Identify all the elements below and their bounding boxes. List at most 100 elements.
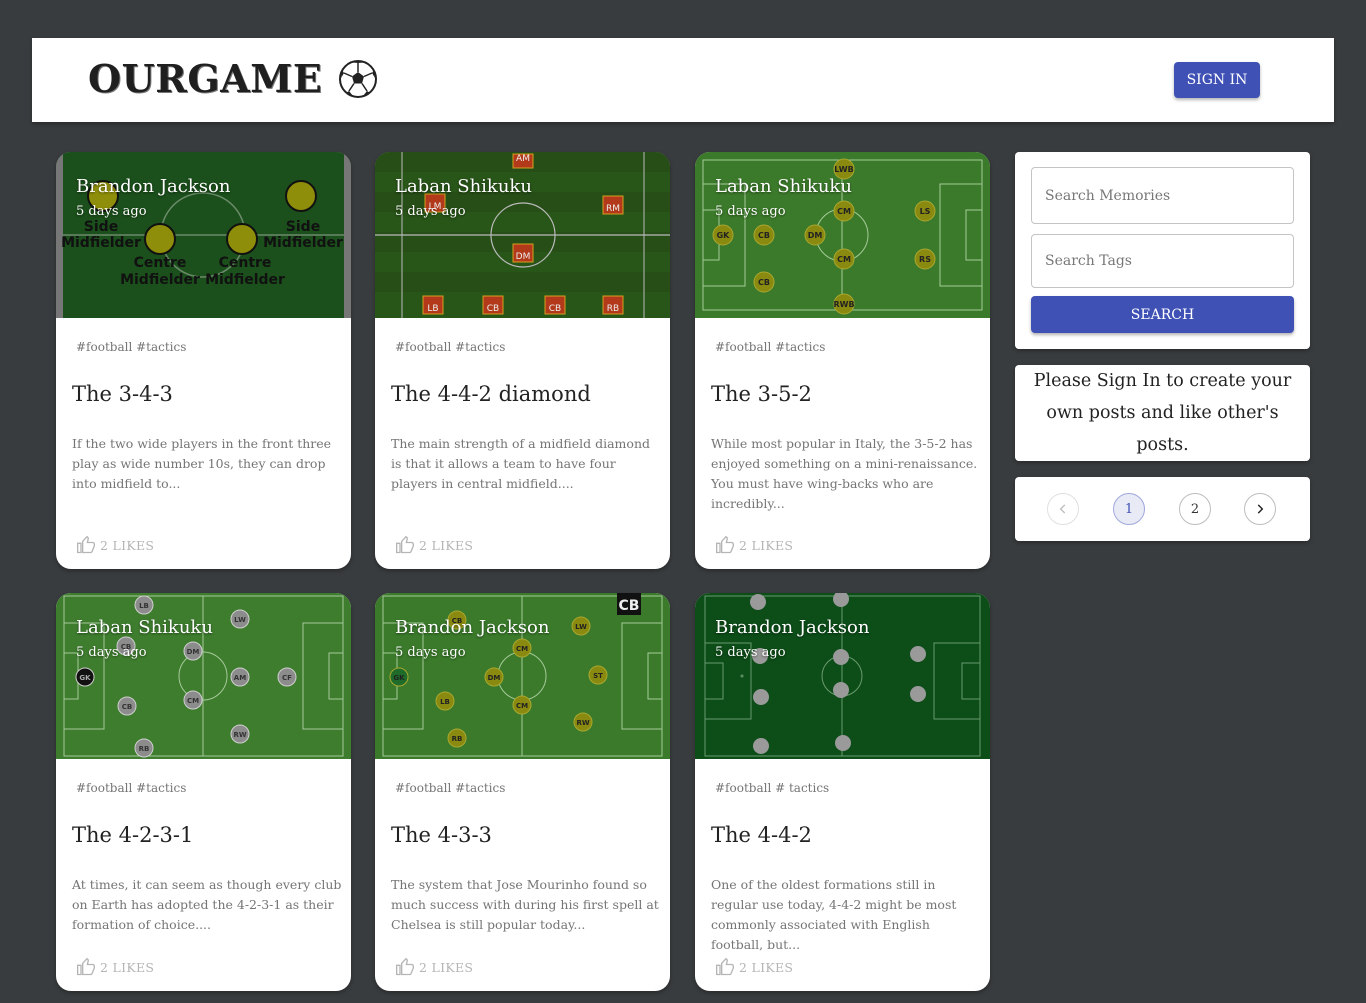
post-body: If the two wide players in the front thr…: [72, 436, 332, 491]
post-tags: #football # tactics: [715, 781, 830, 795]
post-image[interactable]: Brandon Jackson 5 days ago: [695, 593, 990, 759]
post-body: At times, it can seem as though every cl…: [72, 877, 342, 932]
post-title: The 4-4-2 diamond: [391, 382, 591, 406]
chevron-right-icon: [1257, 504, 1264, 514]
formation-label: Midfielder: [263, 235, 343, 251]
thumb-up-icon: [396, 535, 414, 554]
post-time: 5 days ago: [76, 645, 147, 660]
post-title: The 3-4-3: [72, 382, 173, 406]
formation-label: CB: [549, 304, 561, 314]
formation-label: Side: [84, 219, 118, 235]
formation-label: AM: [234, 674, 246, 682]
post-author: Laban Shikuku: [395, 176, 532, 197]
search-memories-input[interactable]: [1031, 167, 1294, 224]
post-author: Laban Shikuku: [76, 617, 213, 638]
likes-count: 2 LIKES: [100, 537, 155, 553]
like-button[interactable]: 2 LIKES: [715, 957, 793, 977]
post-card[interactable]: Brandon Jackson 5 days ago #football # t…: [695, 593, 990, 991]
likes-count: 2 LIKES: [419, 959, 474, 975]
post-time: 5 days ago: [395, 204, 466, 219]
brand[interactable]: OURGAME: [88, 56, 378, 101]
like-button[interactable]: 2 LIKES: [76, 957, 154, 977]
post-overlay: Laban Shikuku 5 days ago: [395, 176, 532, 219]
formation-label: CB: [758, 278, 770, 287]
post-time: 5 days ago: [76, 204, 147, 219]
formation-label: LW: [575, 623, 587, 631]
post-overlay: Brandon Jackson 5 days ago: [76, 176, 230, 219]
formation-label: RB: [452, 735, 463, 743]
next-page-button[interactable]: [1244, 493, 1276, 525]
signin-message-panel: Please Sign In to create your own posts …: [1015, 365, 1310, 461]
post-image[interactable]: LB GK CB CB RB DM CM LW AM RW CF Laban S…: [56, 593, 351, 759]
formation-label: LWB: [834, 165, 853, 174]
formation-label: RM: [606, 204, 620, 214]
formation-label: CB: [122, 703, 132, 711]
formation-label: RS: [919, 255, 931, 264]
post-author: Brandon Jackson: [395, 617, 550, 638]
post-card[interactable]: LB GK CB CB RB DM CM LW AM RW CF Laban S…: [56, 593, 351, 991]
post-title: The 4-4-2: [711, 823, 812, 847]
formation-label: CM: [187, 697, 199, 705]
post-image[interactable]: LWB GK CB CB DM CM CM RWB LS RS Laban Sh…: [695, 152, 990, 318]
formation-label: CB: [487, 304, 499, 314]
like-button[interactable]: 2 LIKES: [395, 535, 473, 555]
post-image[interactable]: Side Midfielder Side Midfielder Centre M…: [56, 152, 351, 318]
app-header: OURGAME SIGN IN: [32, 38, 1334, 122]
formation-label: Centre: [134, 255, 187, 271]
pagination: 1 2: [1015, 477, 1310, 541]
post-image[interactable]: AM LM RM DM LB CB CB RB Laban Shikuku 5 …: [375, 152, 670, 318]
previous-page-button[interactable]: [1047, 493, 1079, 525]
search-button[interactable]: SEARCH: [1031, 296, 1294, 333]
post-card[interactable]: LWB GK CB CB DM CM CM RWB LS RS Laban Sh…: [695, 152, 990, 569]
formation-label: CB: [619, 598, 640, 614]
post-overlay: Laban Shikuku 5 days ago: [715, 176, 852, 219]
formation-label: CM: [837, 255, 851, 264]
post-title: The 4-3-3: [391, 823, 492, 847]
post-time: 5 days ago: [715, 645, 786, 660]
post-tags: #football #tactics: [395, 340, 506, 354]
post-card[interactable]: Side Midfielder Side Midfielder Centre M…: [56, 152, 351, 569]
search-panel: SEARCH: [1015, 152, 1310, 349]
formation-label: RWB: [833, 300, 854, 309]
formation-label: AM: [516, 154, 530, 164]
formation-label: GK: [717, 231, 731, 240]
formation-label: Midfielder: [205, 272, 285, 288]
post-title: The 3-5-2: [711, 382, 812, 406]
likes-count: 2 LIKES: [419, 537, 474, 553]
thumb-up-icon: [77, 535, 95, 554]
formation-label: GK: [79, 674, 91, 682]
post-body: While most popular in Italy, the 3-5-2 h…: [711, 436, 978, 511]
likes-count: 2 LIKES: [100, 959, 155, 975]
post-author: Laban Shikuku: [715, 176, 852, 197]
formation-label: ST: [593, 672, 603, 680]
page-2-button[interactable]: 2: [1179, 493, 1211, 525]
search-tags-input[interactable]: [1031, 234, 1294, 288]
formation-label: LS: [920, 207, 931, 216]
post-overlay: Brandon Jackson 5 days ago: [395, 617, 549, 660]
formation-label: Side: [286, 219, 320, 235]
post-tags: #football #tactics: [76, 781, 187, 795]
post-card[interactable]: CB LB GK CB RB DM CM CM LW ST RW Brandon…: [375, 593, 670, 991]
formation-label: RW: [576, 719, 589, 727]
formation-label: Centre: [219, 255, 272, 271]
like-button[interactable]: 2 LIKES: [76, 535, 154, 555]
page-1-button[interactable]: 1: [1113, 493, 1145, 525]
post-body: One of the oldest formations still in re…: [711, 877, 957, 952]
post-overlay: Laban Shikuku 5 days ago: [76, 617, 213, 660]
post-time: 5 days ago: [715, 204, 786, 219]
post-body: The main strength of a midfield diamond …: [391, 436, 650, 491]
thumb-up-icon: [716, 535, 734, 554]
formation-label: DM: [808, 231, 823, 240]
thumb-up-icon: [396, 957, 414, 976]
like-button[interactable]: 2 LIKES: [395, 957, 473, 977]
sign-in-button[interactable]: SIGN IN: [1174, 62, 1260, 98]
formation-label: RW: [233, 731, 246, 739]
post-card[interactable]: AM LM RM DM LB CB CB RB Laban Shikuku 5 …: [375, 152, 670, 569]
thumb-up-icon: [716, 957, 734, 976]
formation-label: DM: [488, 674, 501, 682]
formation-label: RB: [607, 304, 619, 314]
post-image[interactable]: CB LB GK CB RB DM CM CM LW ST RW Brandon…: [375, 593, 670, 759]
like-button[interactable]: 2 LIKES: [715, 535, 793, 555]
formation-label: RB: [139, 745, 150, 753]
formation-label: CB: [758, 231, 770, 240]
